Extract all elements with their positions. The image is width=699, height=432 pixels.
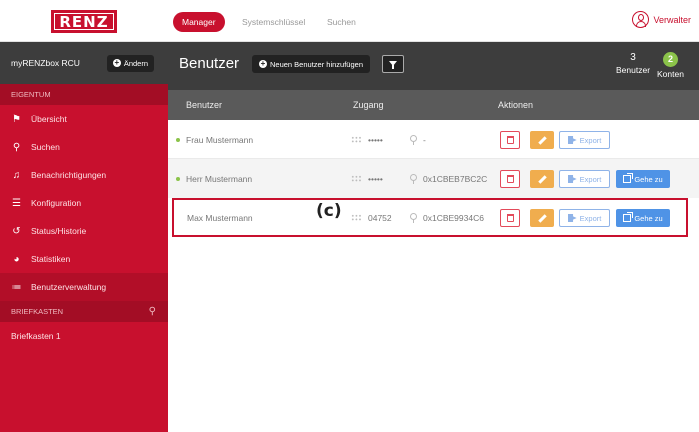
export-button[interactable]: Export — [559, 131, 610, 149]
keypad-icon — [351, 174, 362, 183]
pin-value: ••••• — [368, 173, 383, 184]
goto-label: Gehe zu — [634, 174, 663, 184]
status-dot — [176, 137, 180, 142]
main-header: Benutzer + Neuen Benutzer hinzufügen 3 B… — [168, 42, 699, 90]
users-count-stat: 3 Benutzer — [616, 52, 650, 75]
pin-value: ••••• — [368, 134, 383, 145]
history-icon: ↺ — [12, 225, 21, 237]
export-label: Export — [579, 135, 602, 145]
trash-icon — [506, 136, 514, 144]
sidebar: myRENZbox RCU + Ändern EIGENTUM ⚑ Übersi… — [0, 42, 168, 432]
device-name: myRENZbox RCU — [11, 58, 80, 68]
list-icon: ≔ — [11, 281, 22, 293]
renz-logo[interactable]: RENZ — [51, 9, 117, 33]
add-user-label: Neuen Benutzer hinzufügen — [270, 59, 363, 69]
page-title: Benutzer — [179, 55, 240, 72]
column-header-user: Benutzer — [186, 100, 223, 110]
search-icon: ⚲ — [12, 141, 21, 153]
external-link-icon — [623, 173, 634, 183]
export-button[interactable]: Export — [559, 170, 610, 188]
section-mailbox: BRIEFKASTEN ⚲ — [0, 301, 168, 322]
sidebar-item-briefkasten-1[interactable]: Briefkasten 1 — [0, 322, 168, 350]
annotation-label: (c) — [316, 201, 342, 221]
sidebar-item-benachrichtigungen[interactable]: ♫ Benachrichtigungen — [0, 161, 168, 189]
sidebar-item-konfiguration[interactable]: ☰ Konfiguration — [0, 189, 168, 217]
column-header-access: Zugang — [353, 100, 384, 110]
key-value: - — [423, 134, 426, 145]
user-label[interactable]: Verwalter — [653, 15, 691, 25]
user-circle-icon[interactable] — [632, 11, 650, 28]
users-count-label: Benutzer — [616, 65, 651, 75]
sidebar-item-label: Benachrichtigungen — [31, 170, 107, 180]
plus-circle-icon: + — [112, 58, 121, 67]
edit-button[interactable] — [530, 131, 554, 149]
goto-button[interactable]: Gehe zu — [616, 170, 670, 188]
search-icon[interactable]: ⚲ — [149, 301, 156, 322]
key-icon — [410, 134, 417, 145]
tab-systemschluessel[interactable]: Systemschlüssel — [242, 12, 305, 32]
sidebar-item-label: Übersicht — [31, 114, 67, 124]
accounts-count-label: Konten — [657, 69, 684, 79]
user-menu[interactable]: Verwalter — [632, 11, 691, 28]
flag-icon: ⚑ — [12, 113, 21, 125]
bell-icon: ♫ — [12, 169, 21, 181]
top-bar: RENZ Manager Systemschlüssel Suchen Verw… — [0, 0, 699, 42]
sidebar-item-label: Benutzerverwaltung — [31, 282, 107, 292]
section-property: EIGENTUM — [0, 84, 168, 105]
logo-area[interactable]: RENZ — [0, 0, 168, 42]
users-count: 3 — [630, 52, 636, 63]
pencil-icon — [537, 135, 547, 145]
change-button-label: Ändern — [123, 58, 148, 68]
device-header: myRENZbox RCU + Ändern — [0, 42, 168, 84]
tab-suchen[interactable]: Suchen — [327, 12, 356, 32]
sidebar-item-statistiken[interactable]: ◕ Statistiken — [0, 245, 168, 273]
accounts-count-badge: 2 — [662, 52, 678, 67]
mailbox-label: Briefkasten 1 — [11, 331, 61, 341]
sidebar-item-label: Statistiken — [31, 254, 71, 264]
add-user-button[interactable]: + Neuen Benutzer hinzufügen — [252, 55, 370, 73]
sidebar-item-benutzerverwaltung[interactable]: ≔ Benutzerverwaltung — [0, 273, 168, 301]
filter-icon[interactable] — [382, 55, 404, 73]
user-name[interactable]: Herr Mustermann — [186, 174, 252, 184]
section-property-label: EIGENTUM — [11, 90, 51, 99]
keypad-icon — [351, 135, 362, 144]
column-header-actions: Aktionen — [498, 100, 534, 110]
sidebar-item-status-historie[interactable]: ↺ Status/Historie — [0, 217, 168, 245]
edit-button[interactable] — [530, 170, 554, 188]
sidebar-item-uebersicht[interactable]: ⚑ Übersicht — [0, 105, 168, 133]
accounts-count-stat: 2 Konten — [657, 52, 684, 79]
sidebar-item-label: Konfiguration — [31, 198, 82, 208]
row-highlight-frame — [172, 198, 688, 237]
table-header: Benutzer Zugang Aktionen — [168, 90, 699, 120]
key-icon — [410, 173, 417, 184]
export-icon — [567, 175, 577, 183]
table-row[interactable]: Frau Mustermann ••••• - Export — [168, 120, 699, 159]
plus-circle-icon: + — [259, 59, 267, 68]
export-icon — [567, 136, 577, 144]
tab-manager[interactable]: Manager — [173, 12, 225, 32]
pencil-icon — [537, 174, 547, 184]
pie-chart-icon: ◕ — [13, 253, 20, 265]
status-dot — [176, 176, 180, 181]
section-mailbox-label: BRIEFKASTEN — [11, 307, 64, 316]
table-row[interactable]: Herr Mustermann ••••• 0x1CBEB7BC2C Expor… — [168, 159, 699, 198]
change-button[interactable]: + Ändern — [106, 54, 154, 72]
delete-button[interactable] — [500, 131, 520, 149]
sidebar-item-label: Suchen — [31, 142, 60, 152]
user-name[interactable]: Frau Mustermann — [186, 135, 253, 145]
trash-icon — [506, 175, 514, 183]
sidebar-item-suchen[interactable]: ⚲ Suchen — [0, 133, 168, 161]
export-label: Export — [579, 174, 602, 184]
key-value: 0x1CBEB7BC2C — [423, 173, 488, 184]
delete-button[interactable] — [500, 170, 520, 188]
sliders-icon: ☰ — [12, 197, 21, 209]
sidebar-item-label: Status/Historie — [31, 226, 87, 236]
